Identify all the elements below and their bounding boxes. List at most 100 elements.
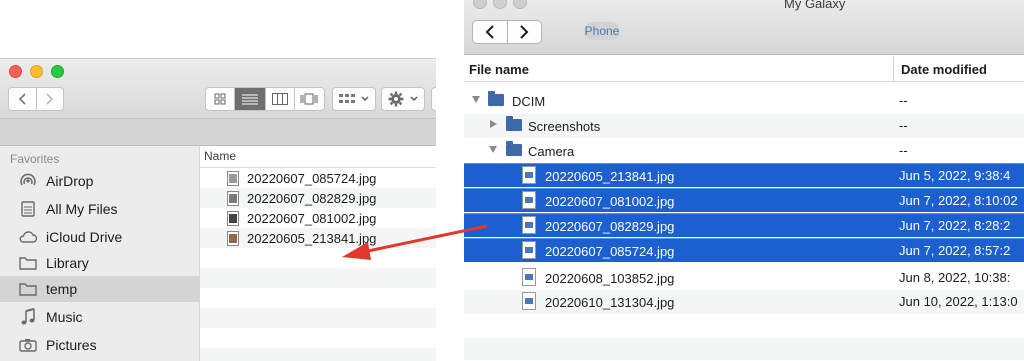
list-view-button[interactable] [235,88,266,110]
file-list: Name 20220607_085724.jpg 20220607_082829… [200,146,436,361]
disclosure-triangle-icon[interactable] [489,146,497,153]
icon-view-button[interactable] [206,88,236,110]
finder-toolbar [0,59,436,119]
item-name: Screenshots [528,119,601,134]
file-name: 20220607_081002.jpg [247,210,377,226]
sidebar-item-label: Library [46,255,89,271]
jpg-file-icon [522,292,536,310]
file-row[interactable]: 20220607_081002.jpg Jun 7, 2022, 8:10:02 [464,188,1024,212]
zoom-button[interactable] [513,0,527,9]
file-row[interactable]: 20220605_213841.jpg Jun 5, 2022, 9:38:4 [464,163,1024,187]
tree-row-dcim[interactable]: DCIM -- [464,89,1024,113]
file-row[interactable]: 20220607_085724.jpg Jun 7, 2022, 8:57:2 [464,238,1024,262]
disclosure-triangle-icon[interactable] [490,120,497,128]
item-date: Jun 5, 2022, 9:38:4 [899,168,1011,183]
sidebar-item-icloud-drive[interactable]: iCloud Drive [0,224,199,250]
column-headers: File name Date modified [464,57,1024,82]
back-forward-buttons [8,87,64,111]
all-files-icon [18,200,38,218]
item-date: Jun 7, 2022, 8:28:2 [899,218,1011,233]
music-icon [18,308,38,326]
sidebar-item-library[interactable]: Library [0,250,199,276]
chevron-left-icon [18,93,26,105]
folder-icon [18,280,38,298]
forward-button[interactable] [508,21,542,43]
forward-button[interactable] [37,88,64,110]
sidebar-item-airdrop[interactable]: AirDrop [0,168,199,194]
sidebar-item-label: All My Files [46,201,118,217]
jpg-file-icon [522,191,536,209]
item-name: 20220607_085724.jpg [545,244,675,259]
action-menu-button[interactable] [381,87,425,111]
sidebar-item-all-my-files[interactable]: All My Files [0,196,199,222]
gallery-view-button[interactable] [295,88,324,110]
tree-row-camera[interactable]: Camera -- [464,139,1024,163]
sidebar-item-label: iCloud Drive [46,229,123,245]
back-forward-buttons [472,20,542,44]
sidebar-item-label: Music [46,309,83,325]
file-row[interactable]: 20220608_103852.jpg Jun 8, 2022, 10:38: [464,266,1024,290]
chevron-down-icon [410,96,418,101]
file-name: 20220607_082829.jpg [247,190,377,206]
sidebar-item-temp[interactable]: temp [0,276,199,302]
file-row[interactable]: 20220607_082829.jpg Jun 7, 2022, 8:28:2 [464,213,1024,237]
back-button[interactable] [473,21,508,43]
window-title: My Galaxy [784,0,846,11]
list-item[interactable]: 20220607_082829.jpg [200,188,436,208]
folder-icon [18,254,38,272]
jpg-file-icon [522,268,536,286]
chevron-down-icon [361,96,369,101]
columns-icon [271,93,288,105]
list-icon [241,94,258,105]
group-by-button[interactable] [332,87,376,111]
file-name: 20220607_085724.jpg [247,170,377,186]
back-button[interactable] [9,88,37,110]
gear-icon [388,91,404,107]
file-row[interactable]: 20220610_131304.jpg Jun 10, 2022, 1:13:0 [464,290,1024,314]
item-name: 20220608_103852.jpg [545,271,675,286]
item-name: DCIM [512,94,546,109]
minimize-button[interactable] [493,0,507,9]
sidebar-item-music[interactable]: Music [0,304,199,330]
camera-icon [18,336,38,354]
disclosure-triangle-icon[interactable] [472,96,480,103]
column-view-button[interactable] [266,88,295,110]
sidebar: Favorites AirDrop All My Files iCloud Dr… [0,146,200,361]
share-button[interactable] [431,87,436,111]
column-header-date-modified[interactable]: Date modified [901,62,987,77]
cloud-icon [18,228,38,246]
close-button[interactable] [9,65,22,78]
item-date: Jun 10, 2022, 1:13:0 [899,294,1018,309]
image-file-icon [227,210,239,226]
item-name: 20220610_131304.jpg [545,295,675,310]
minimize-button[interactable] [30,65,43,78]
sidebar-item-pictures[interactable]: Pictures [0,332,199,358]
zoom-button[interactable] [51,65,64,78]
folder-icon [506,116,522,131]
list-item[interactable]: 20220607_085724.jpg [200,168,436,188]
item-name: 20220607_082829.jpg [545,219,675,234]
tree-row-screenshots[interactable]: Screenshots -- [464,114,1024,138]
airdrop-icon [18,172,38,190]
item-date: Jun 8, 2022, 10:38: [899,270,1011,285]
column-header-name[interactable]: Name [200,146,436,168]
folder-icon [506,141,522,156]
item-date: -- [899,93,908,108]
sidebar-item-label: Pictures [46,337,97,353]
list-item[interactable]: 20220605_213841.jpg [200,228,436,248]
sidebar-item-label: temp [46,281,78,297]
jpg-file-icon [522,241,536,259]
column-header-file-name[interactable]: File name [469,62,529,77]
chevron-right-icon [46,93,54,105]
grid-icon [214,93,226,105]
folder-icon [488,91,504,106]
group-icon [339,94,355,103]
path-bar [0,119,436,146]
item-date: Jun 7, 2022, 8:57:2 [899,243,1011,258]
cover-flow-icon [300,93,318,105]
list-item[interactable]: 20220607_081002.jpg [200,208,436,228]
tab-phone[interactable]: Phone [584,22,620,40]
finder-window: Favorites AirDrop All My Files iCloud Dr… [0,58,436,361]
close-button[interactable] [473,0,487,9]
jpg-file-icon [522,166,536,184]
